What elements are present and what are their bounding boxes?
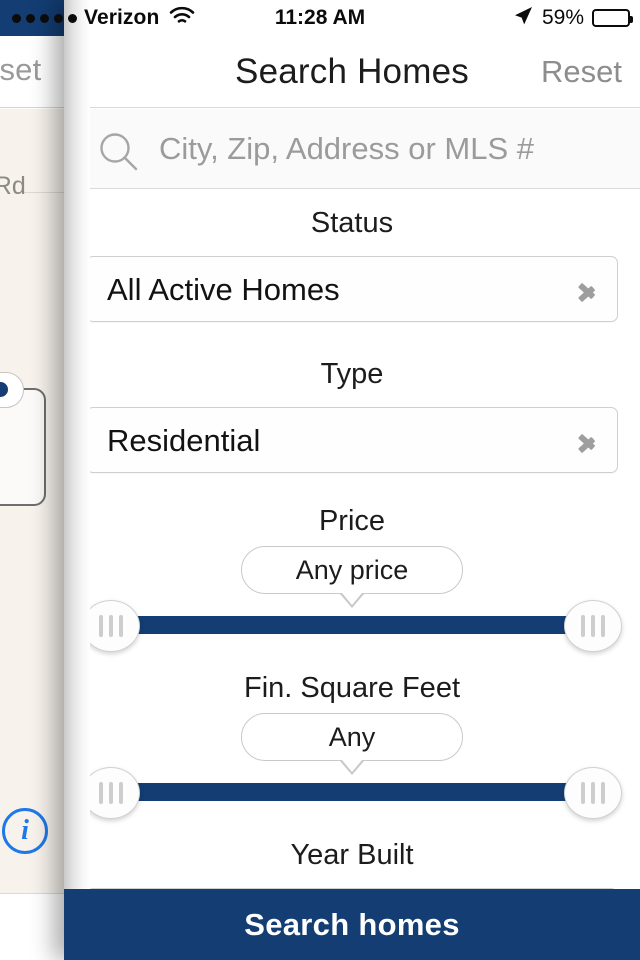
square-feet-slider-track[interactable] xyxy=(108,783,596,801)
search-input[interactable] xyxy=(159,109,629,189)
panel-status-bar-backdrop xyxy=(64,0,640,36)
search-filter-panel: Search Homes Reset Status All Active Hom… xyxy=(64,0,640,960)
price-bubble-tail xyxy=(342,593,362,605)
grip-icon xyxy=(99,782,123,804)
price-slider-min-thumb[interactable] xyxy=(82,600,140,652)
grip-icon xyxy=(581,615,605,637)
app-screen: eset rs Rd i er Search Homes Reset xyxy=(0,0,640,960)
square-feet-slider-max-thumb[interactable] xyxy=(564,767,622,819)
search-icon xyxy=(97,132,143,177)
price-range-slider[interactable]: Any price xyxy=(82,538,622,654)
chevron-right-icon xyxy=(580,428,597,454)
status-select-value: All Active Homes xyxy=(107,272,340,307)
square-feet-slider-min-thumb[interactable] xyxy=(82,767,140,819)
reset-button[interactable]: Reset xyxy=(541,36,622,108)
square-feet-range-slider[interactable]: Any xyxy=(82,705,622,821)
square-feet-section-label: Fin. Square Feet xyxy=(244,672,460,704)
nav-bar: Search Homes Reset xyxy=(64,36,640,108)
chevron-right-icon xyxy=(580,277,597,303)
year-built-section-label: Year Built xyxy=(290,839,414,871)
type-select-row[interactable]: Residential xyxy=(86,407,618,473)
search-bar[interactable] xyxy=(64,109,640,189)
search-homes-button[interactable]: Search homes xyxy=(64,889,640,960)
price-slider-track[interactable] xyxy=(108,616,596,634)
square-feet-value-bubble: Any xyxy=(241,713,463,761)
grip-icon xyxy=(99,615,123,637)
filter-list: Status All Active Homes Type Residential… xyxy=(64,189,640,960)
price-slider-max-thumb[interactable] xyxy=(564,600,622,652)
type-select-value: Residential xyxy=(107,423,261,458)
status-select-row[interactable]: All Active Homes xyxy=(86,256,618,322)
info-icon-glyph: i xyxy=(21,815,29,846)
price-value-bubble: Any price xyxy=(241,546,463,594)
status-section-label: Status xyxy=(310,207,394,239)
square-feet-bubble-tail xyxy=(342,760,362,772)
info-icon: i xyxy=(2,808,48,854)
grip-icon xyxy=(581,782,605,804)
type-section-label: Type xyxy=(320,358,384,390)
background-tab-label: er xyxy=(0,925,68,954)
price-section-label: Price xyxy=(318,505,386,537)
